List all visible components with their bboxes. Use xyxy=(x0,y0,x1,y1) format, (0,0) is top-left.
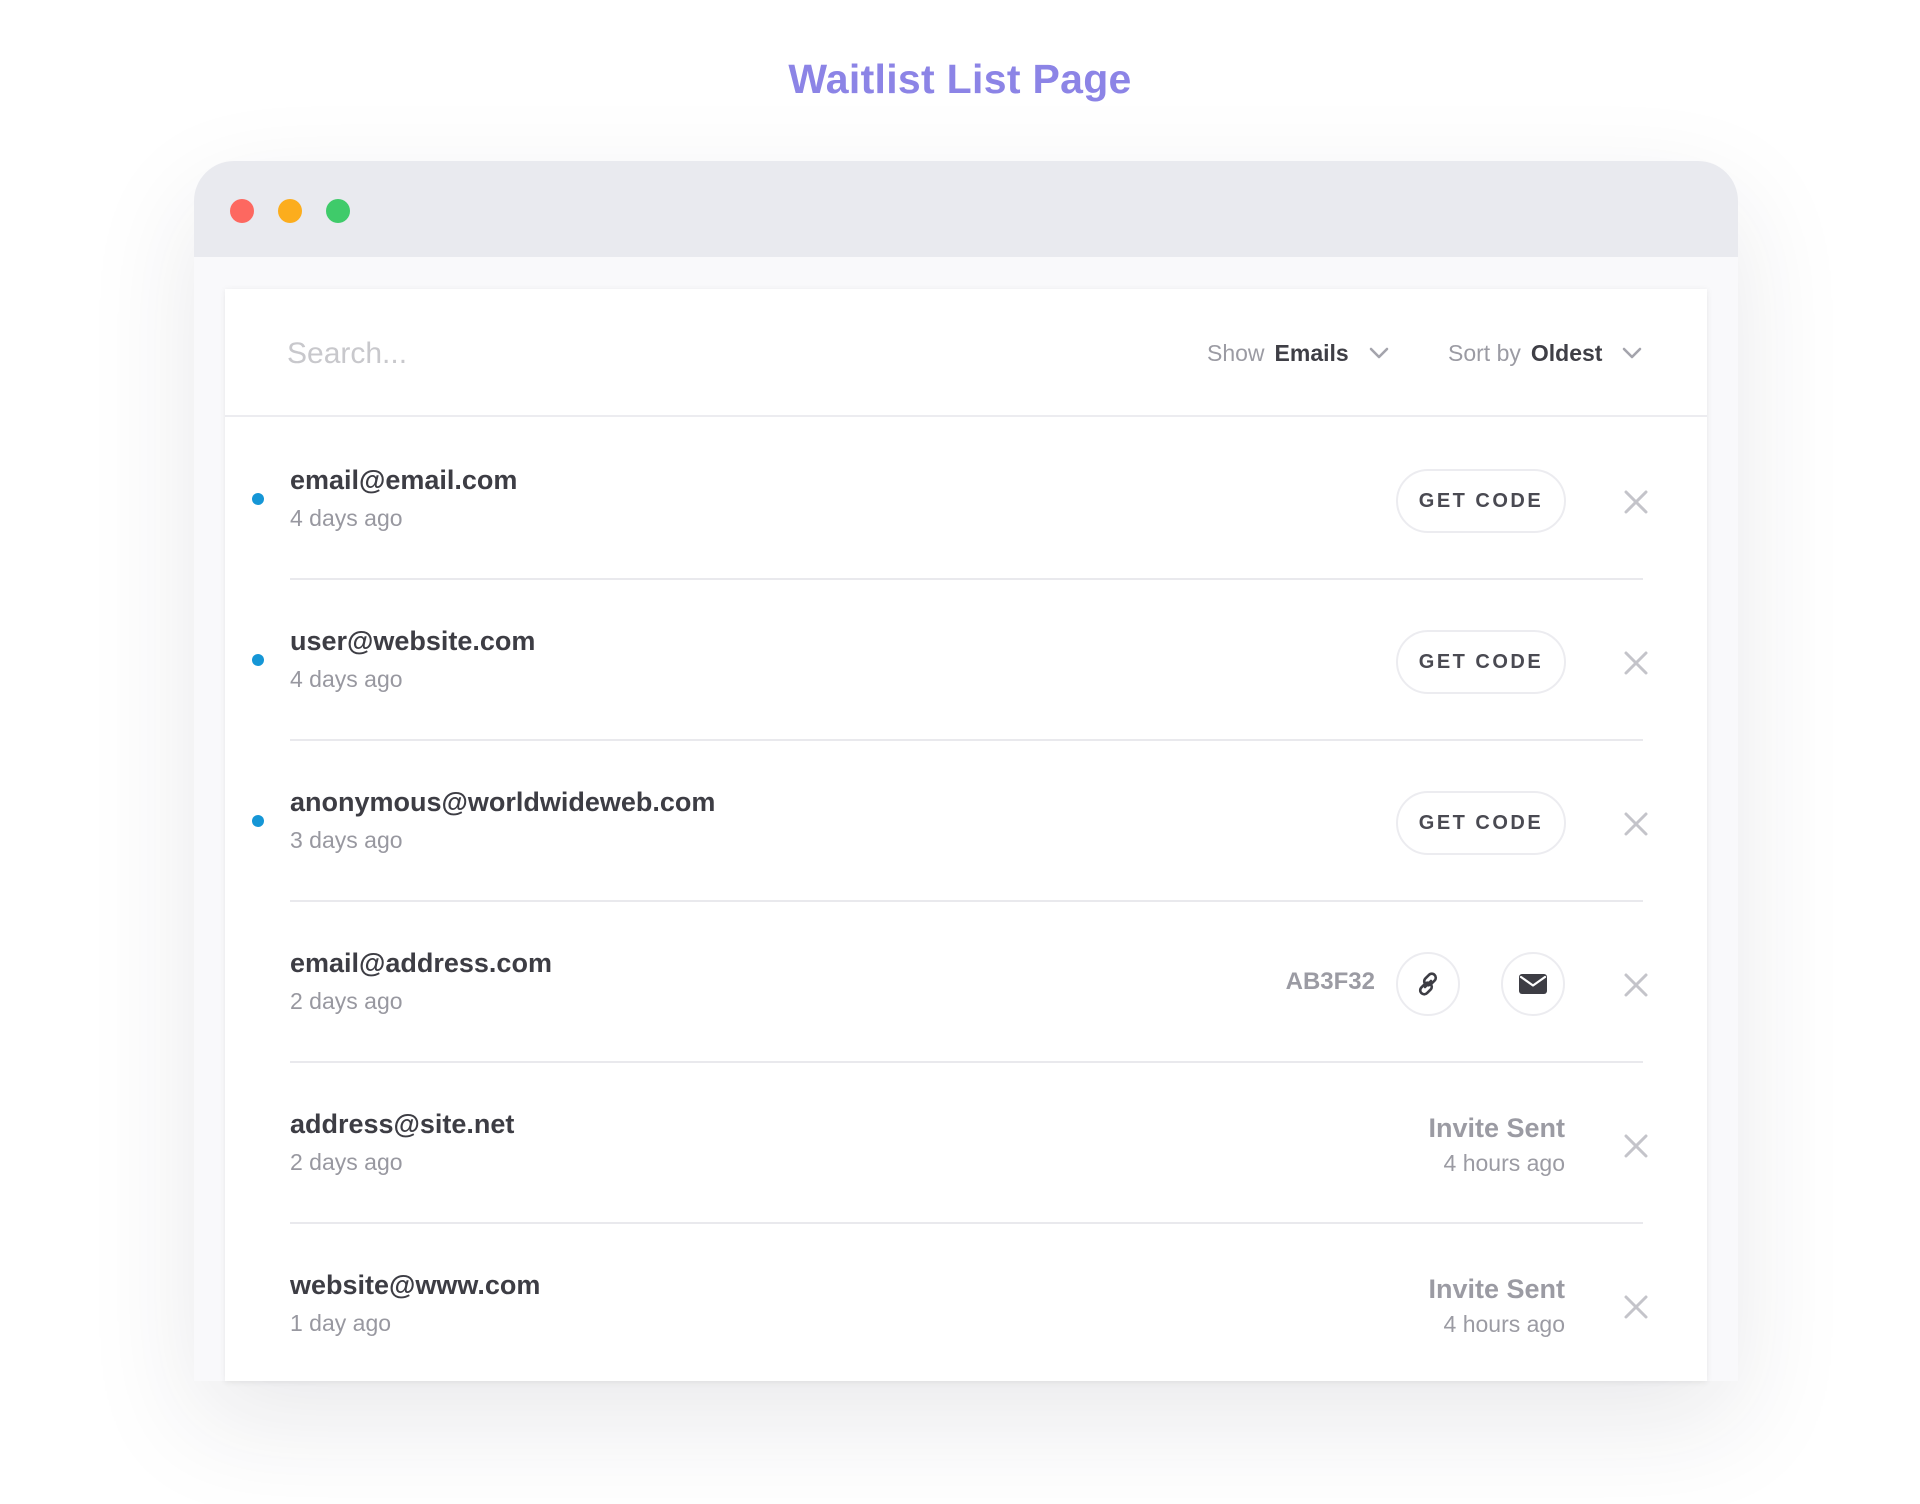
close-icon[interactable] xyxy=(1621,970,1651,1000)
window-titlebar xyxy=(194,161,1738,257)
chevron-down-icon xyxy=(1623,347,1642,359)
row-email: website@www.com xyxy=(290,1270,541,1300)
unread-indicator xyxy=(252,815,264,827)
send-email-button[interactable] xyxy=(1501,952,1565,1016)
copy-link-button[interactable] xyxy=(1396,952,1460,1016)
close-icon[interactable] xyxy=(1621,487,1651,517)
close-icon[interactable] xyxy=(1621,648,1651,678)
show-filter-value: Emails xyxy=(1274,339,1349,366)
close-icon[interactable] xyxy=(1621,809,1651,839)
sort-dropdown[interactable]: Sort by Oldest xyxy=(1448,333,1642,373)
row-age: 2 days ago xyxy=(290,1149,403,1175)
list-item: user@website.com 4 days ago GET CODE xyxy=(225,580,1707,741)
row-age: 2 days ago xyxy=(290,988,403,1014)
link-icon xyxy=(1418,972,1438,996)
list-item: website@www.com 1 day ago Invite Sent 4 … xyxy=(225,1224,1707,1381)
show-filter-dropdown[interactable]: Show Emails xyxy=(1207,333,1389,373)
list-toolbar: Show Emails Sort by Oldest xyxy=(225,289,1707,417)
row-email: anonymous@worldwideweb.com xyxy=(290,787,716,817)
window-close-button[interactable] xyxy=(230,199,254,223)
chevron-down-icon xyxy=(1369,347,1389,359)
list-item: address@site.net 2 days ago Invite Sent … xyxy=(225,1063,1707,1224)
close-icon[interactable] xyxy=(1621,1292,1651,1322)
invite-status: Invite Sent 4 hours ago xyxy=(1428,1274,1565,1338)
close-icon[interactable] xyxy=(1621,1131,1651,1161)
invite-status-time: 4 hours ago xyxy=(1443,1311,1565,1337)
invite-status-time: 4 hours ago xyxy=(1443,1150,1565,1176)
window-maximize-button[interactable] xyxy=(326,199,350,223)
unread-indicator xyxy=(252,654,264,666)
row-email: address@site.net xyxy=(290,1109,515,1139)
mail-icon xyxy=(1519,974,1547,994)
invite-code: AB3F32 xyxy=(1285,968,1375,995)
unread-indicator xyxy=(252,493,264,505)
get-code-button[interactable]: GET CODE xyxy=(1396,469,1566,533)
row-email: email@address.com xyxy=(290,948,552,978)
list-item: anonymous@worldwideweb.com 3 days ago GE… xyxy=(225,741,1707,902)
invite-status-label: Invite Sent xyxy=(1428,1113,1565,1143)
show-filter-label: Show xyxy=(1207,339,1265,366)
sort-value: Oldest xyxy=(1530,339,1603,366)
browser-window: Show Emails Sort by Oldest email@email.c… xyxy=(194,161,1738,1381)
window-minimize-button[interactable] xyxy=(278,199,302,223)
row-age: 4 days ago xyxy=(290,666,403,692)
row-email: user@website.com xyxy=(290,626,536,656)
search-input[interactable] xyxy=(287,331,907,377)
waitlist-panel: Show Emails Sort by Oldest email@email.c… xyxy=(225,289,1707,1381)
get-code-button[interactable]: GET CODE xyxy=(1396,630,1566,694)
row-email: email@email.com xyxy=(290,465,518,495)
row-age: 4 days ago xyxy=(290,505,403,531)
row-age: 1 day ago xyxy=(290,1310,392,1336)
invite-status-label: Invite Sent xyxy=(1428,1274,1565,1304)
list-item: email@address.com 2 days ago AB3F32 xyxy=(225,902,1707,1063)
page-title: Waitlist List Page xyxy=(788,56,1132,102)
get-code-button[interactable]: GET CODE xyxy=(1396,791,1566,855)
list-item: email@email.com 4 days ago GET CODE xyxy=(225,419,1707,580)
row-age: 3 days ago xyxy=(290,827,403,853)
invite-status: Invite Sent 4 hours ago xyxy=(1428,1113,1565,1177)
sort-label: Sort by xyxy=(1448,339,1521,366)
